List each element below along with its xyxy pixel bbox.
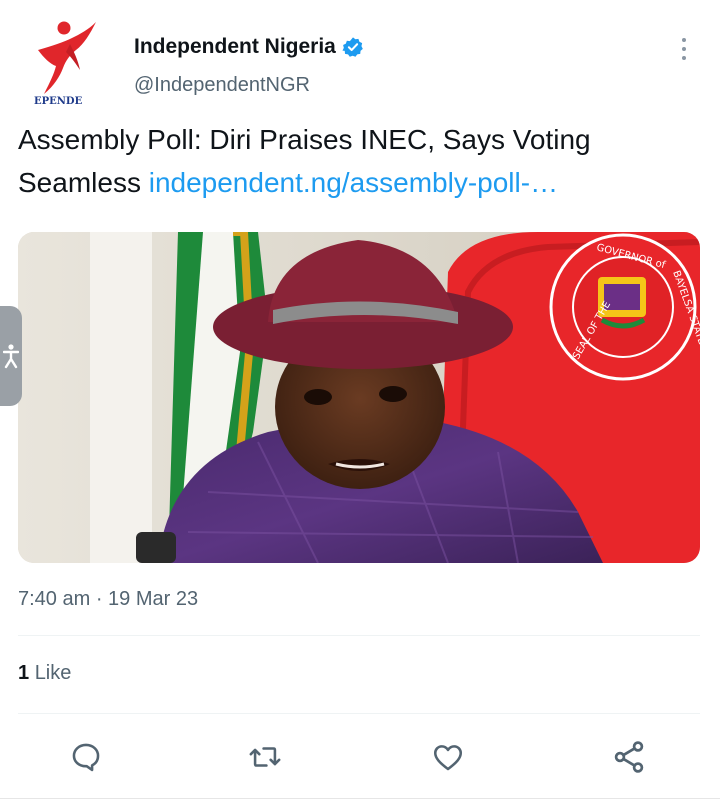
tweet-link[interactable]: independent.ng/assembly-poll-… xyxy=(149,167,558,198)
share-icon xyxy=(614,741,644,773)
accessibility-button[interactable] xyxy=(0,306,22,406)
bottom-divider xyxy=(0,798,720,799)
like-count-number: 1 xyxy=(18,662,30,684)
retweet-button[interactable] xyxy=(243,735,287,779)
likes-count[interactable]: 1 Like xyxy=(18,662,71,685)
governor-photo: SEAL OF THE GOVERNOR of BAYELSA STATE xyxy=(18,232,700,563)
verified-badge-icon xyxy=(342,37,363,57)
reply-button[interactable] xyxy=(64,735,108,779)
share-button[interactable] xyxy=(607,735,651,779)
divider xyxy=(18,713,700,714)
like-button[interactable] xyxy=(426,735,470,779)
divider xyxy=(18,635,700,636)
display-name-text: Independent Nigeria xyxy=(134,35,336,58)
tweet-text: Assembly Poll: Diri Praises INEC, Says V… xyxy=(18,118,708,204)
avatar[interactable]: EPENDE xyxy=(30,20,100,107)
like-count-label: Like xyxy=(34,662,72,684)
reply-icon xyxy=(72,743,100,772)
account-handle[interactable]: @IndependentNGR xyxy=(134,74,310,97)
more-vertical-icon xyxy=(682,38,686,42)
independent-logo-icon: EPENDE xyxy=(34,21,96,107)
tweet-media-image[interactable]: SEAL OF THE GOVERNOR of BAYELSA STATE xyxy=(18,232,700,563)
display-name[interactable]: Independent Nigeria xyxy=(134,35,364,59)
logo-text: EPENDE xyxy=(34,96,83,106)
retweet-icon xyxy=(249,747,281,767)
tweet-timestamp[interactable]: 7:40 am · 19 Mar 23 xyxy=(18,588,198,611)
more-options-button[interactable] xyxy=(672,34,696,64)
tweet-action-bar xyxy=(0,735,720,779)
heart-icon xyxy=(433,745,463,771)
accessibility-icon xyxy=(3,344,19,369)
